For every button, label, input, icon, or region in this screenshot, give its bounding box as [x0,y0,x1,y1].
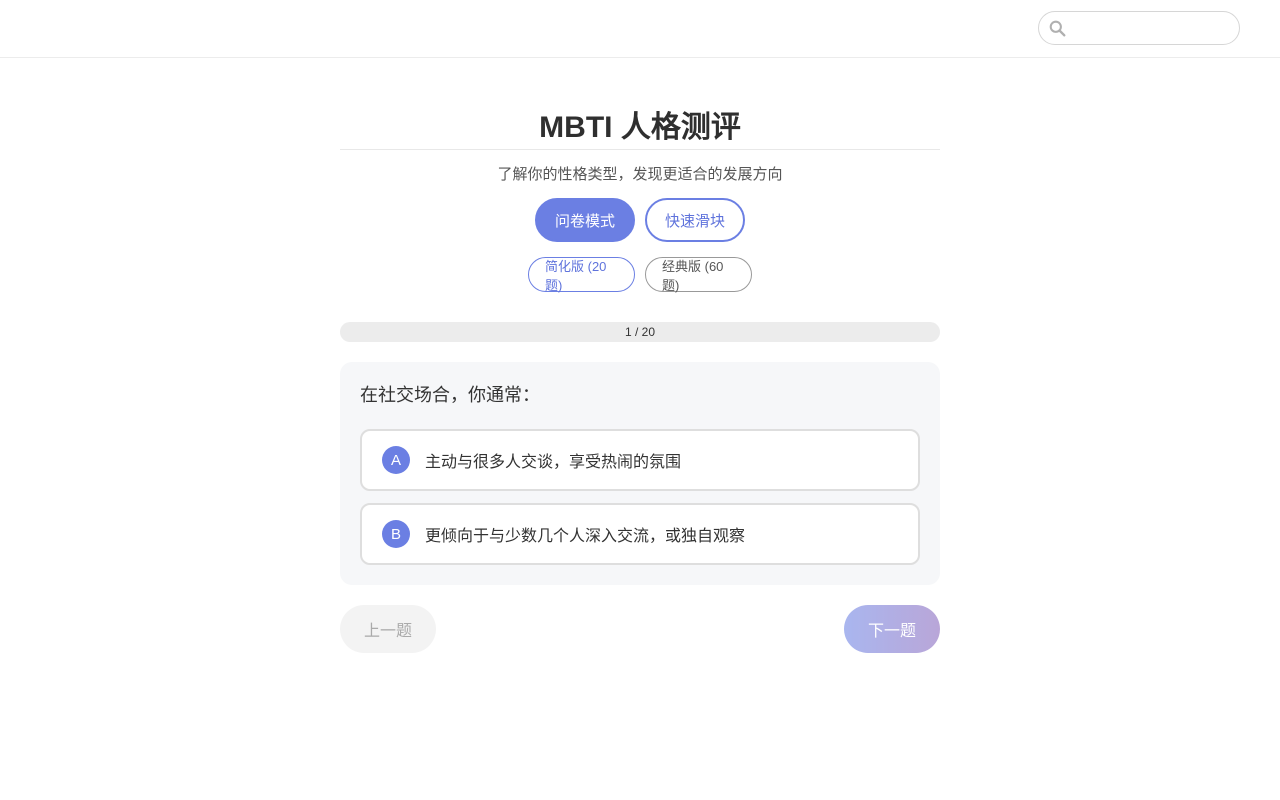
option-letter: B [382,520,410,548]
prev-question-button[interactable]: 上一题 [340,605,436,653]
mode-switch: 问卷模式 快速滑块 [340,198,940,242]
option-text: 主动与很多人交谈，享受热闹的氛围 [425,454,682,471]
questionnaire-mode-button[interactable]: 问卷模式 [535,198,635,242]
option-letter: A [382,446,410,474]
question-navigation: 上一题 下一题 [340,605,940,653]
page-subtitle: 了解你的性格类型，发现更适合的发展方向 [497,166,783,183]
version-switch: 简化版 (20题) 经典版 (60题) [340,257,940,293]
search-box[interactable] [1038,11,1240,45]
top-bar [0,0,1280,58]
option-text: 更倾向于与少数几个人深入交流，或独自观察 [425,528,746,545]
quick-slider-mode-button[interactable]: 快速滑块 [645,198,745,242]
search-icon [1049,20,1066,36]
question-card: 在社交场合，你通常： A 主动与很多人交谈，享受热闹的氛围 B 更倾向于与少数几… [340,362,940,585]
progress-text: 1 / 20 [624,325,656,339]
search-input[interactable] [1072,15,1232,41]
progress-bar: 1 / 20 [340,322,940,342]
classic-version-button[interactable]: 经典版 (60题) [645,257,752,293]
page-title: MBTI 人格测评 [340,106,940,150]
main-content: MBTI 人格测评 了解你的性格类型，发现更适合的发展方向 问卷模式 快速滑块 … [340,58,940,653]
next-question-button[interactable]: 下一题 [844,605,940,653]
simple-version-button[interactable]: 简化版 (20题) [528,257,635,293]
option-b[interactable]: B 更倾向于与少数几个人深入交流，或独自观察 [360,503,920,565]
option-a[interactable]: A 主动与很多人交谈，享受热闹的氛围 [360,429,920,491]
question-text: 在社交场合，你通常： [360,385,540,405]
